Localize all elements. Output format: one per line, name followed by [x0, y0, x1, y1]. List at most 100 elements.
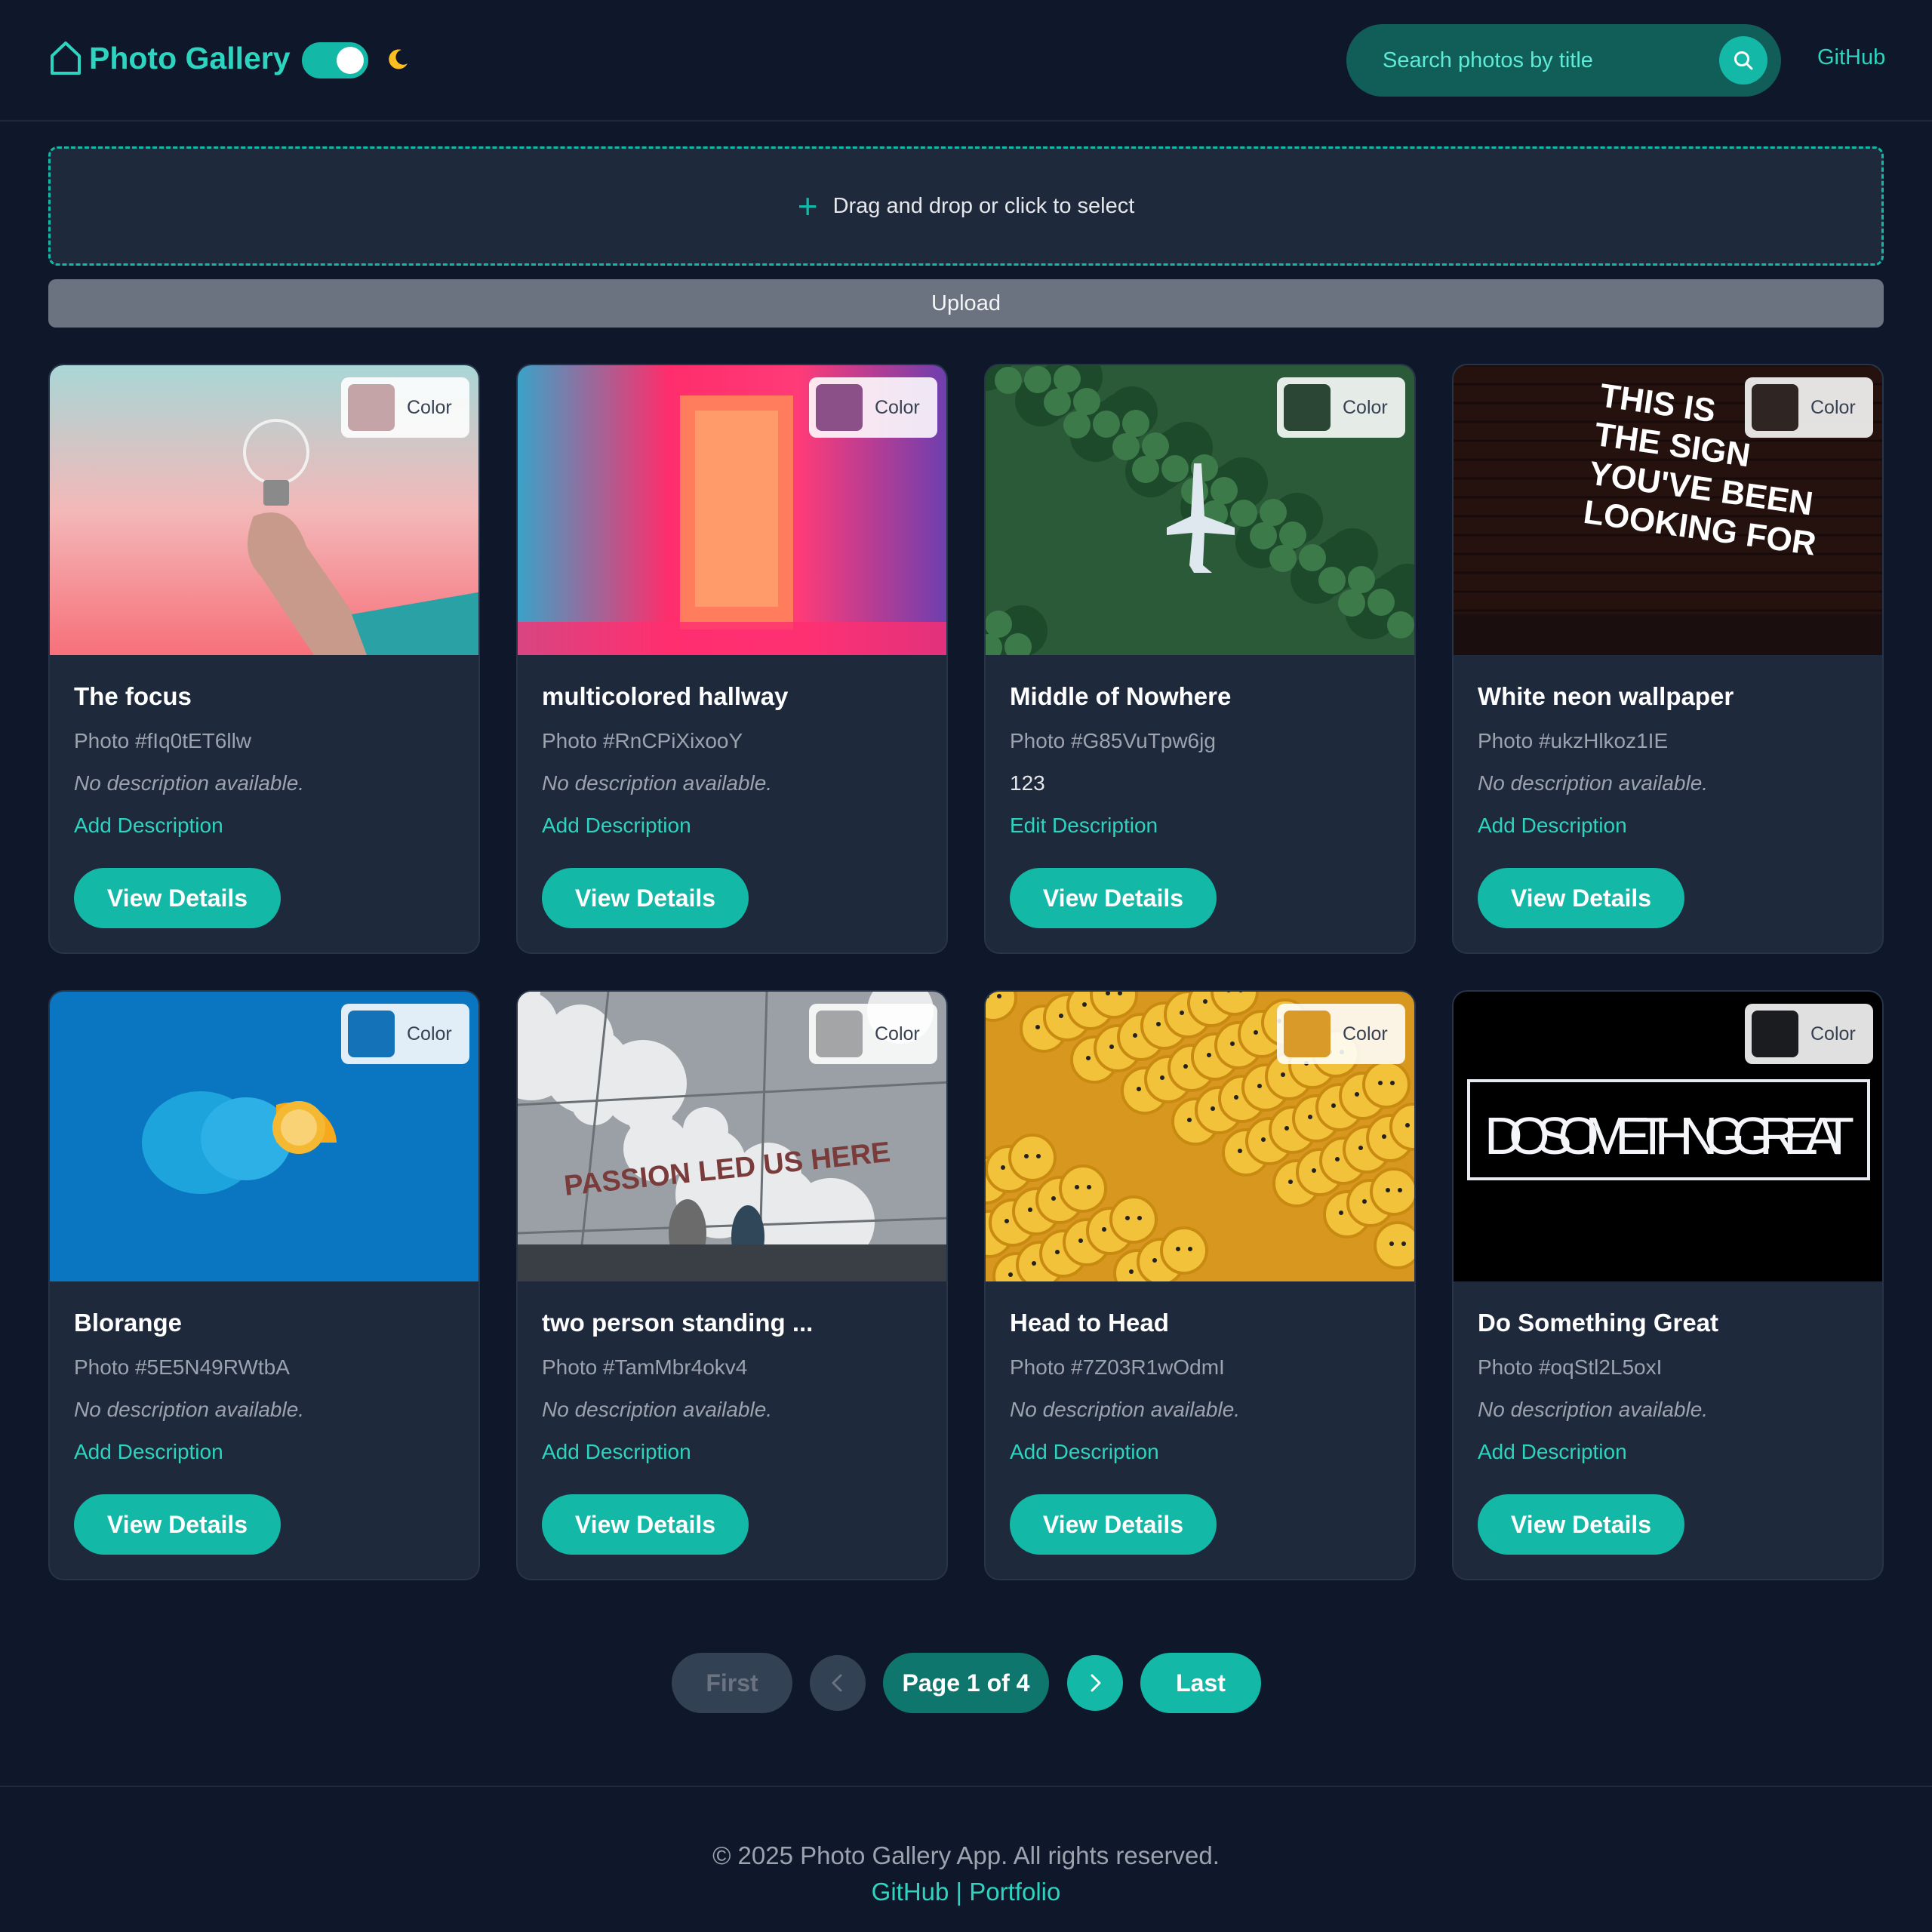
- color-label: Color: [407, 1023, 452, 1044]
- color-swatch: [1752, 1011, 1798, 1057]
- last-page-button[interactable]: Last: [1140, 1653, 1261, 1713]
- search-bar: Search photos by title: [1346, 24, 1781, 97]
- color-chip[interactable]: Color: [1745, 377, 1873, 438]
- upload-dropzone[interactable]: + Drag and drop or click to select: [48, 146, 1884, 266]
- photo-title: Do Something Great: [1478, 1309, 1719, 1337]
- search-icon: [1734, 51, 1753, 70]
- description-link[interactable]: Add Description: [542, 814, 691, 838]
- photo-title: The focus: [74, 682, 192, 710]
- view-details-button[interactable]: View Details: [1010, 1494, 1217, 1555]
- photo-description: No description available.: [74, 1398, 305, 1421]
- photo-description: No description available.: [1478, 1398, 1709, 1421]
- color-swatch: [348, 1011, 395, 1057]
- color-swatch: [1284, 1011, 1331, 1057]
- description-link[interactable]: Add Description: [1010, 1440, 1159, 1464]
- photo-card: PASSION LED US HERE Color two person sta…: [516, 990, 948, 1580]
- photo-id: Photo #5E5N49RWtbA: [74, 1355, 290, 1379]
- photo-id: Photo #TamMbr4okv4: [542, 1355, 748, 1379]
- photo-title: Head to Head: [1010, 1309, 1169, 1337]
- color-chip[interactable]: Color: [341, 1004, 469, 1064]
- copyright-text: © 2025 Photo Gallery App. All rights res…: [712, 1841, 1220, 1869]
- color-chip[interactable]: Color: [1277, 377, 1405, 438]
- photo-thumbnail[interactable]: Color: [986, 992, 1414, 1281]
- chevron-left-icon: [832, 1674, 842, 1692]
- photo-thumbnail[interactable]: DO SOMETHING GREAT Color: [1454, 992, 1882, 1281]
- photo-thumbnail[interactable]: Color: [986, 365, 1414, 655]
- color-chip[interactable]: Color: [809, 1004, 937, 1064]
- color-chip[interactable]: Color: [341, 377, 469, 438]
- color-label: Color: [1810, 1023, 1856, 1044]
- photo-card: DO SOMETHING GREAT Color Do Something Gr…: [1452, 990, 1884, 1580]
- description-link[interactable]: Edit Description: [1010, 814, 1158, 838]
- photo-description: No description available.: [542, 771, 773, 795]
- photo-id: Photo #RnCPiXixooY: [542, 729, 743, 752]
- photo-title: multicolored hallway: [542, 682, 789, 710]
- chevron-right-icon: [1091, 1674, 1101, 1692]
- first-page-button[interactable]: First: [672, 1653, 792, 1713]
- toggle-knob: [337, 47, 364, 74]
- color-swatch: [348, 384, 395, 431]
- photo-card: Color Middle of Nowhere Photo #G85VuTpw6…: [984, 364, 1416, 954]
- color-label: Color: [1343, 396, 1388, 418]
- photo-title: Blorange: [74, 1309, 183, 1337]
- theme-toggle[interactable]: [302, 42, 368, 78]
- photo-thumbnail[interactable]: THIS IS THE SIGN YOU'VE BEEN LOOKING FOR…: [1454, 365, 1882, 655]
- photo-id: Photo #oqStl2L5oxI: [1478, 1355, 1663, 1379]
- color-swatch: [1752, 384, 1798, 431]
- color-chip[interactable]: Color: [1277, 1004, 1405, 1064]
- color-label: Color: [1343, 1023, 1388, 1044]
- description-link[interactable]: Add Description: [1478, 814, 1627, 838]
- brand-title: Photo Gallery: [89, 40, 291, 75]
- color-swatch: [816, 1011, 863, 1057]
- photo-title: two person standing ...: [542, 1309, 814, 1337]
- view-details-button[interactable]: View Details: [1478, 1494, 1684, 1555]
- moon-icon: [389, 49, 408, 69]
- description-link[interactable]: Add Description: [542, 1440, 691, 1464]
- description-link[interactable]: Add Description: [1478, 1440, 1627, 1464]
- app-header: Photo Gallery Search photos by title Git…: [0, 0, 1932, 122]
- color-chip[interactable]: Color: [1745, 1004, 1873, 1064]
- view-details-button[interactable]: View Details: [542, 1494, 749, 1555]
- upload-button[interactable]: Upload: [48, 279, 1884, 328]
- footer-links[interactable]: GitHub | Portfolio: [0, 1878, 1932, 1906]
- footer: © 2025 Photo Gallery App. All rights res…: [0, 1786, 1932, 1932]
- photo-title: White neon wallpaper: [1478, 682, 1734, 710]
- view-details-button[interactable]: View Details: [74, 1494, 281, 1555]
- next-page-button[interactable]: [1067, 1655, 1123, 1711]
- photo-id: Photo #7Z03R1wOdmI: [1010, 1355, 1225, 1379]
- photo-card: THIS IS THE SIGN YOU'VE BEEN LOOKING FOR…: [1452, 364, 1884, 954]
- photo-description: No description available.: [1478, 771, 1709, 795]
- github-link[interactable]: GitHub: [1817, 45, 1885, 70]
- description-link[interactable]: Add Description: [74, 1440, 223, 1464]
- color-swatch: [816, 384, 863, 431]
- photo-description: No description available.: [542, 1398, 773, 1421]
- dropzone-text: Drag and drop or click to select: [832, 193, 1135, 218]
- color-label: Color: [875, 1023, 920, 1044]
- photo-card: Color multicolored hallway Photo #RnCPiX…: [516, 364, 948, 954]
- home-icon: [51, 42, 81, 75]
- photo-description: 123: [1010, 771, 1045, 795]
- photo-thumbnail[interactable]: Color: [518, 365, 946, 655]
- view-details-button[interactable]: View Details: [1478, 868, 1684, 928]
- neon-sign-text: DO SOMETHING GREAT: [1484, 1106, 1854, 1165]
- photo-title: Middle of Nowhere: [1010, 682, 1232, 710]
- color-chip[interactable]: Color: [809, 377, 937, 438]
- photo-id: Photo #G85VuTpw6jg: [1010, 729, 1216, 752]
- view-details-button[interactable]: View Details: [74, 868, 281, 928]
- description-link[interactable]: Add Description: [74, 814, 223, 838]
- photo-description: No description available.: [74, 771, 305, 795]
- photo-id: Photo #fIq0tET6llw: [74, 729, 252, 752]
- photo-card: Color Blorange Photo #5E5N49RWtbA No des…: [48, 990, 480, 1580]
- previous-page-button[interactable]: [810, 1655, 866, 1711]
- view-details-button[interactable]: View Details: [1010, 868, 1217, 928]
- view-details-button[interactable]: View Details: [542, 868, 749, 928]
- photo-thumbnail[interactable]: Color: [50, 365, 478, 655]
- search-input[interactable]: Search photos by title: [1383, 24, 1593, 97]
- photo-thumbnail[interactable]: PASSION LED US HERE Color: [518, 992, 946, 1281]
- photo-id: Photo #ukzHlkoz1IE: [1478, 729, 1669, 752]
- search-button[interactable]: [1719, 36, 1767, 85]
- photo-thumbnail[interactable]: Color: [50, 992, 478, 1281]
- color-swatch: [1284, 384, 1331, 431]
- page-indicator: Page 1 of 4: [883, 1653, 1049, 1713]
- brand-link[interactable]: Photo Gallery: [48, 39, 291, 77]
